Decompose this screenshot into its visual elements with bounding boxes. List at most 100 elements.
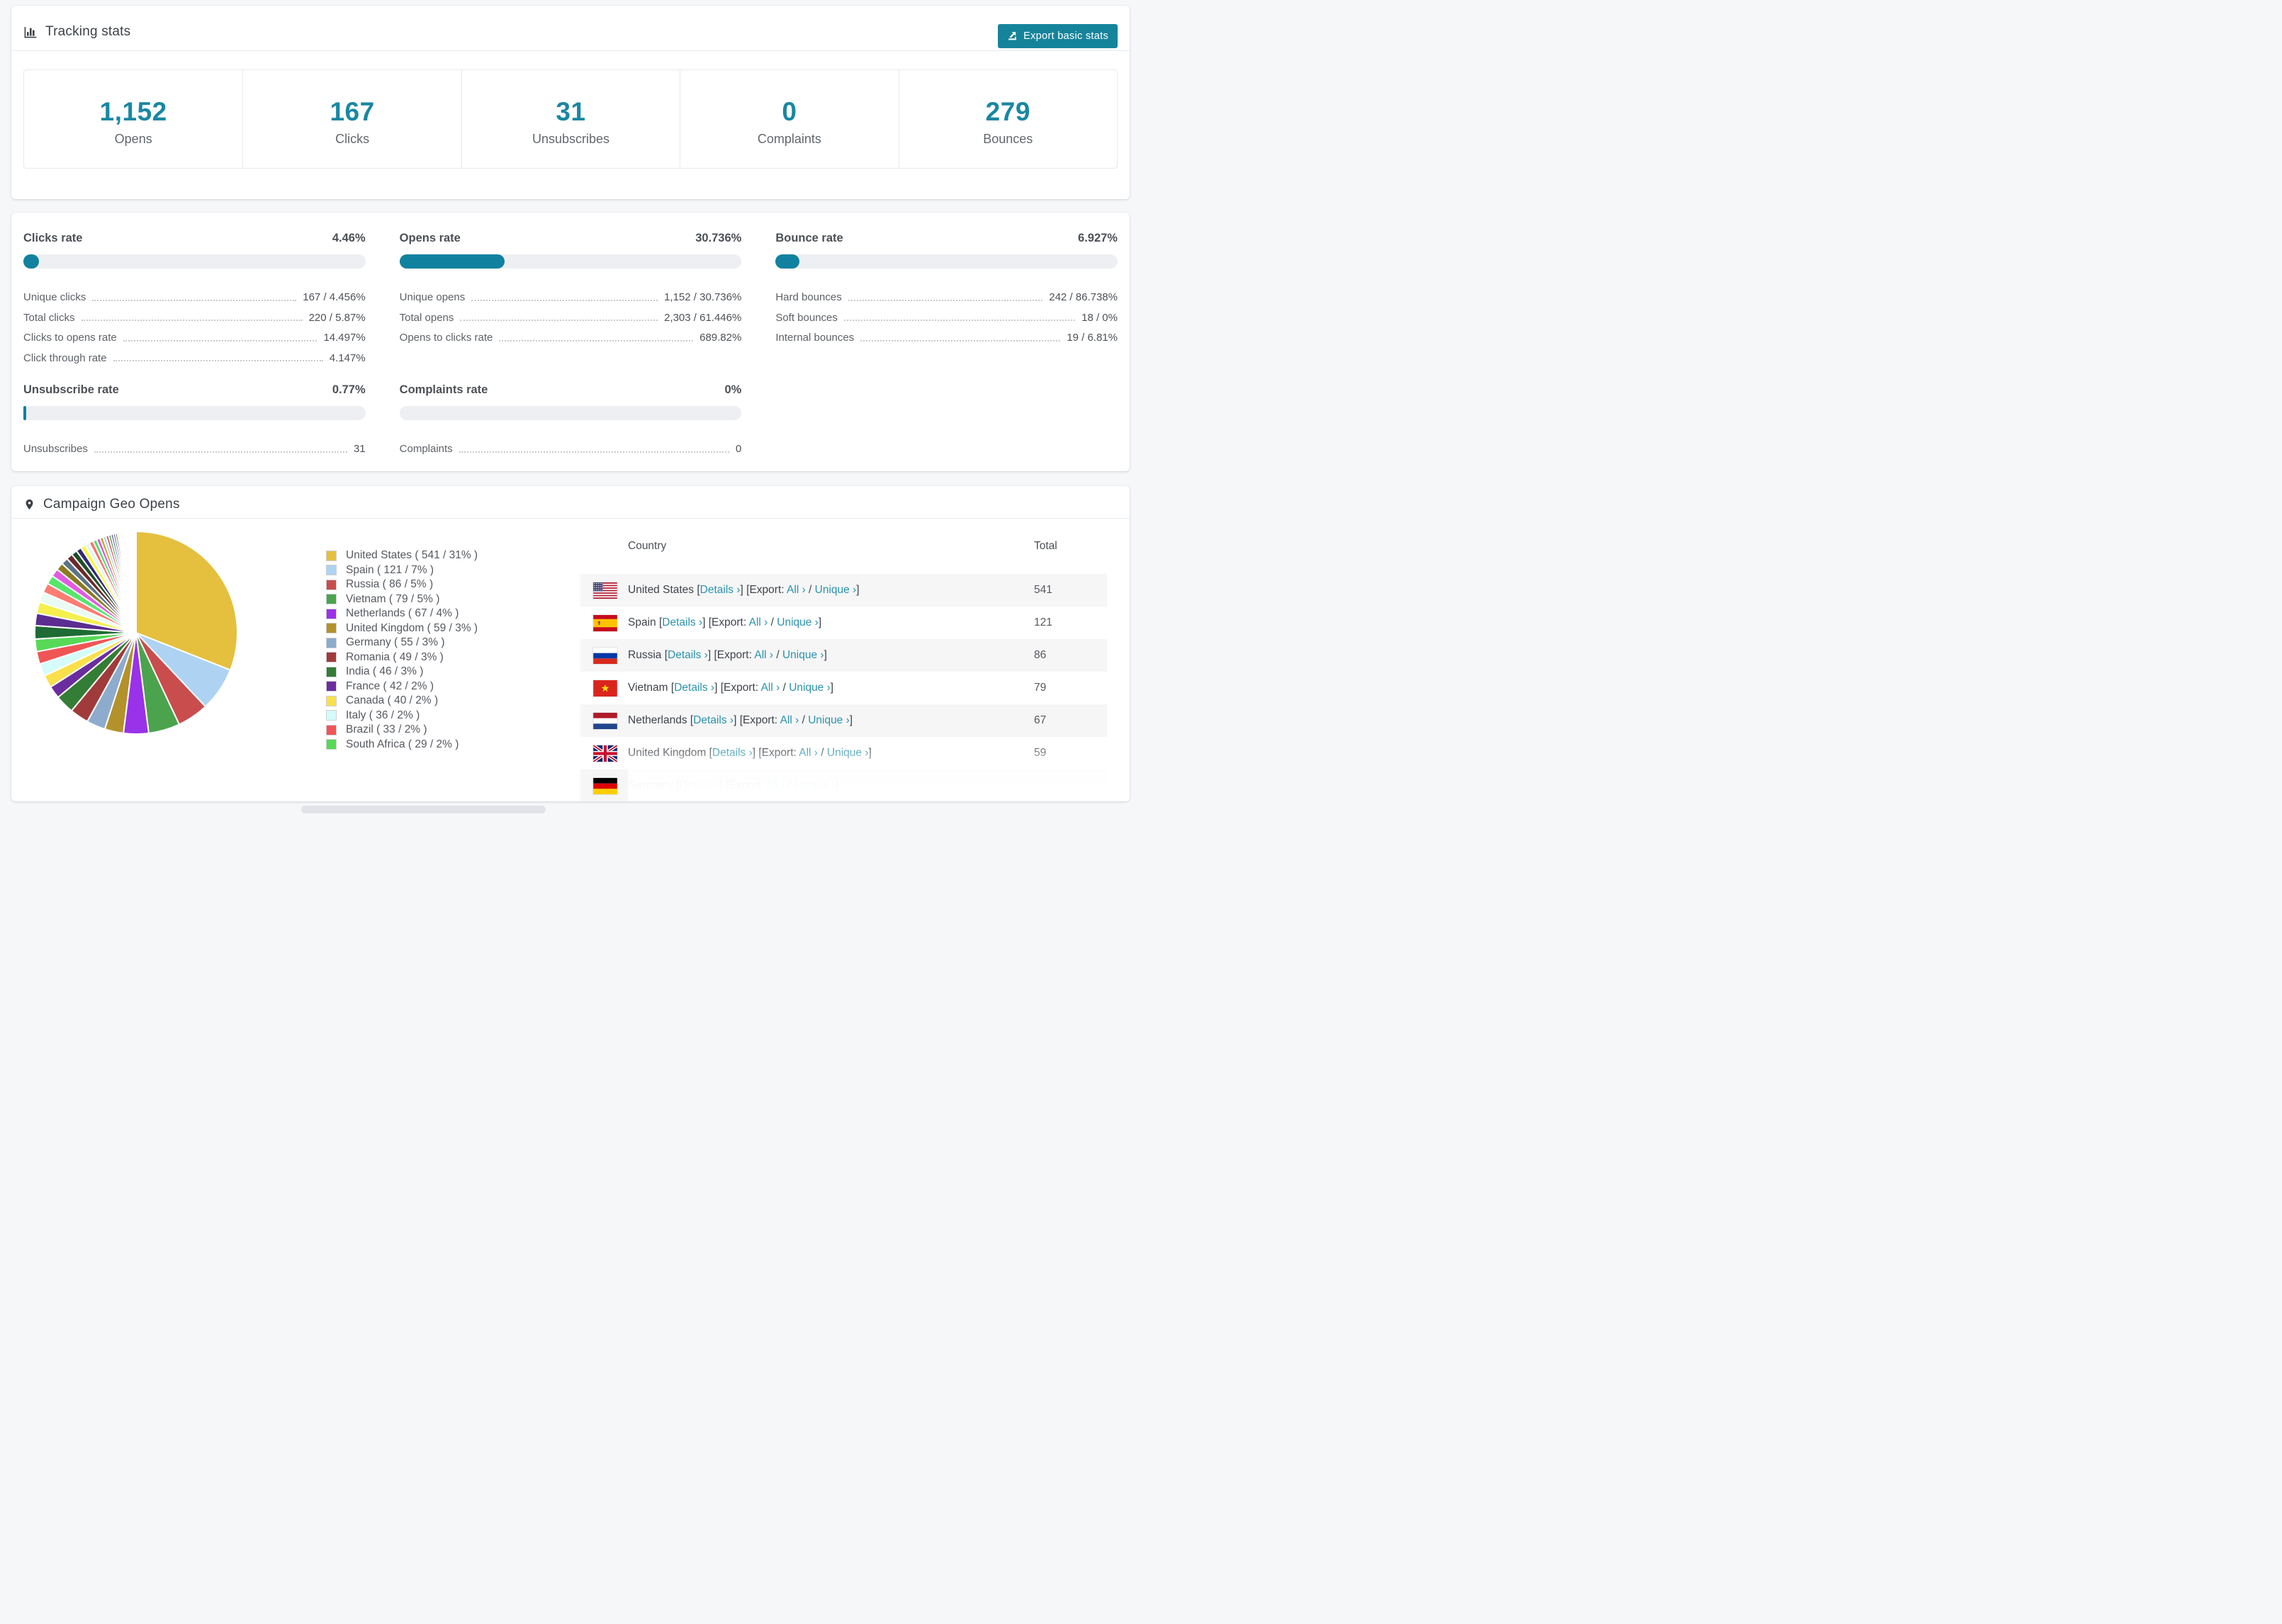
legend-label: Romania ( 49 / 3% ) xyxy=(346,650,444,663)
export-basic-stats-button[interactable]: Export basic stats xyxy=(998,23,1118,48)
details-link[interactable]: Details › xyxy=(662,616,702,628)
export-all-link[interactable]: All › xyxy=(766,779,785,791)
rate-header: Complaints rate 0% xyxy=(400,383,742,397)
rate-row-value: 0 xyxy=(735,443,742,456)
geo-table: Country Total United States [Details ›] … xyxy=(580,519,1107,801)
rate-title: Complaints rate xyxy=(399,383,488,396)
export-all-link[interactable]: All › xyxy=(799,747,818,759)
country-cell: Germany [Details ›] [Export: All › / Uni… xyxy=(628,779,838,792)
rate-row-value: 2,303 / 61.446% xyxy=(664,311,742,324)
map-pin-icon xyxy=(23,497,35,512)
rate-row: Total clicks 220 / 5.87% xyxy=(23,304,366,325)
rate-row-value: 18 / 0% xyxy=(1081,311,1118,324)
export-all-link[interactable]: All › xyxy=(749,616,768,628)
stats-summary-strip: 1,152 Opens 167 Clicks 31 Unsubscribes 0… xyxy=(23,69,1118,169)
bracket: ] xyxy=(714,682,721,694)
geo-body: United States ( 541 / 31% ) Spain ( 121 … xyxy=(11,519,1130,801)
dotted-leader xyxy=(94,451,347,453)
export-unique-link[interactable]: Unique › xyxy=(827,747,869,759)
legend-swatch xyxy=(326,550,337,561)
rate-title: Unsubscribe rate xyxy=(23,383,119,396)
dotted-leader xyxy=(459,451,729,453)
details-link[interactable]: Details › xyxy=(679,779,719,791)
geo-table-header: Country Total xyxy=(580,519,1107,574)
export-all-link[interactable]: All › xyxy=(787,584,806,596)
horizontal-scrollbar-thumb[interactable] xyxy=(301,806,546,813)
country-flag-icon xyxy=(593,745,617,762)
export-unique-link[interactable]: Unique › xyxy=(794,779,836,791)
legend-item: United Kingdom ( 59 / 3% ) xyxy=(326,621,478,636)
dotted-leader xyxy=(471,299,658,301)
dotted-leader xyxy=(860,339,1061,342)
country-name: Germany xyxy=(628,779,677,791)
bracket: ] xyxy=(719,779,726,791)
rate-header: Unsubscribe rate 0.77% xyxy=(23,383,366,397)
legend-swatch xyxy=(326,724,337,735)
country-name: Russia xyxy=(628,649,665,661)
campaign-geo-opens-card: Campaign Geo Opens United States ( 541 /… xyxy=(11,486,1130,801)
export-unique-link[interactable]: Unique › xyxy=(777,616,819,628)
country-flag-icon xyxy=(593,680,617,697)
rate-row: Unsubscribes 31 xyxy=(23,435,366,456)
details-link[interactable]: Details › xyxy=(700,584,741,596)
legend-swatch xyxy=(326,652,337,663)
rate-row-value: 1,152 / 30.736% xyxy=(664,291,742,304)
rate-header: Clicks rate 4.46% xyxy=(23,232,366,245)
header-divider xyxy=(11,50,1130,51)
rate-rows: Unique opens 1,152 / 30.736% Total opens… xyxy=(400,283,742,344)
stat-box: 0 Complaints xyxy=(680,70,898,168)
rate-row-label: Unsubscribes xyxy=(23,443,88,456)
export-unique-link[interactable]: Unique › xyxy=(815,584,857,596)
rate-row: Soft bounces 18 / 0% xyxy=(775,304,1118,325)
legend-swatch xyxy=(326,579,337,590)
legend-swatch xyxy=(326,594,337,605)
pie-legend: United States ( 541 / 31% ) Spain ( 121 … xyxy=(326,548,478,752)
details-link[interactable]: Details › xyxy=(693,714,734,726)
export-label: [Export: xyxy=(725,779,766,791)
rate-progress-track xyxy=(23,254,366,269)
legend-swatch xyxy=(326,681,337,692)
details-link[interactable]: Details › xyxy=(668,649,708,661)
rate-row-value: 19 / 6.81% xyxy=(1067,332,1118,344)
country-name: United Kingdom xyxy=(628,747,709,759)
country-cell: United States [Details ›] [Export: All ›… xyxy=(628,584,860,597)
table-row: Spain [Details ›] [Export: All › / Uniqu… xyxy=(580,607,1107,639)
legend-item: Netherlands ( 67 / 4% ) xyxy=(326,607,478,621)
rate-title: Opens rate xyxy=(399,232,461,244)
geo-pie-chart xyxy=(33,530,239,735)
rate-row: Internal bounces 19 / 6.81% xyxy=(775,324,1118,344)
rates-card: Clicks rate 4.46% Unique clicks 167 / 4.… xyxy=(11,213,1130,471)
rate-row-label: Soft bounces xyxy=(775,311,838,324)
bracket: ] xyxy=(856,584,860,596)
separator: / xyxy=(785,779,794,791)
details-link[interactable]: Details › xyxy=(674,682,714,694)
legend-label: United Kingdom ( 59 / 3% ) xyxy=(346,621,478,634)
bracket: ] xyxy=(868,747,872,759)
table-row: United States [Details ›] [Export: All ›… xyxy=(580,574,1107,607)
dotted-leader xyxy=(843,320,1076,321)
rate-row-label: Clicks to opens rate xyxy=(23,332,117,344)
export-label: [Export: xyxy=(739,714,780,726)
total-cell: 59 xyxy=(1034,747,1047,759)
dotted-leader xyxy=(113,360,323,361)
rate-value: 4.46% xyxy=(332,232,366,244)
legend-item: Vietnam ( 79 / 5% ) xyxy=(326,592,478,607)
country-cell: Netherlands [Details ›] [Export: All › /… xyxy=(628,714,853,727)
dotted-leader xyxy=(499,339,694,342)
rate-row-value: 31 xyxy=(353,443,366,456)
export-unique-link[interactable]: Unique › xyxy=(789,682,831,694)
table-row: Russia [Details ›] [Export: All › / Uniq… xyxy=(580,639,1107,672)
rate-row-value: 220 / 5.87% xyxy=(308,311,366,324)
legend-item: United States ( 541 / 31% ) xyxy=(326,548,478,563)
details-link[interactable]: Details › xyxy=(712,747,753,759)
legend-item: Italy ( 36 / 2% ) xyxy=(326,709,478,723)
legend-swatch xyxy=(326,623,337,634)
export-unique-link[interactable]: Unique › xyxy=(782,649,824,661)
export-all-link[interactable]: All › xyxy=(780,714,799,726)
country-name: United States xyxy=(628,584,697,596)
export-unique-link[interactable]: Unique › xyxy=(808,714,850,726)
stat-value: 167 xyxy=(330,97,375,126)
rate-section: Opens rate 30.736% Unique opens 1,152 / … xyxy=(399,232,742,364)
export-all-link[interactable]: All › xyxy=(761,682,780,694)
export-all-link[interactable]: All › xyxy=(754,649,773,661)
